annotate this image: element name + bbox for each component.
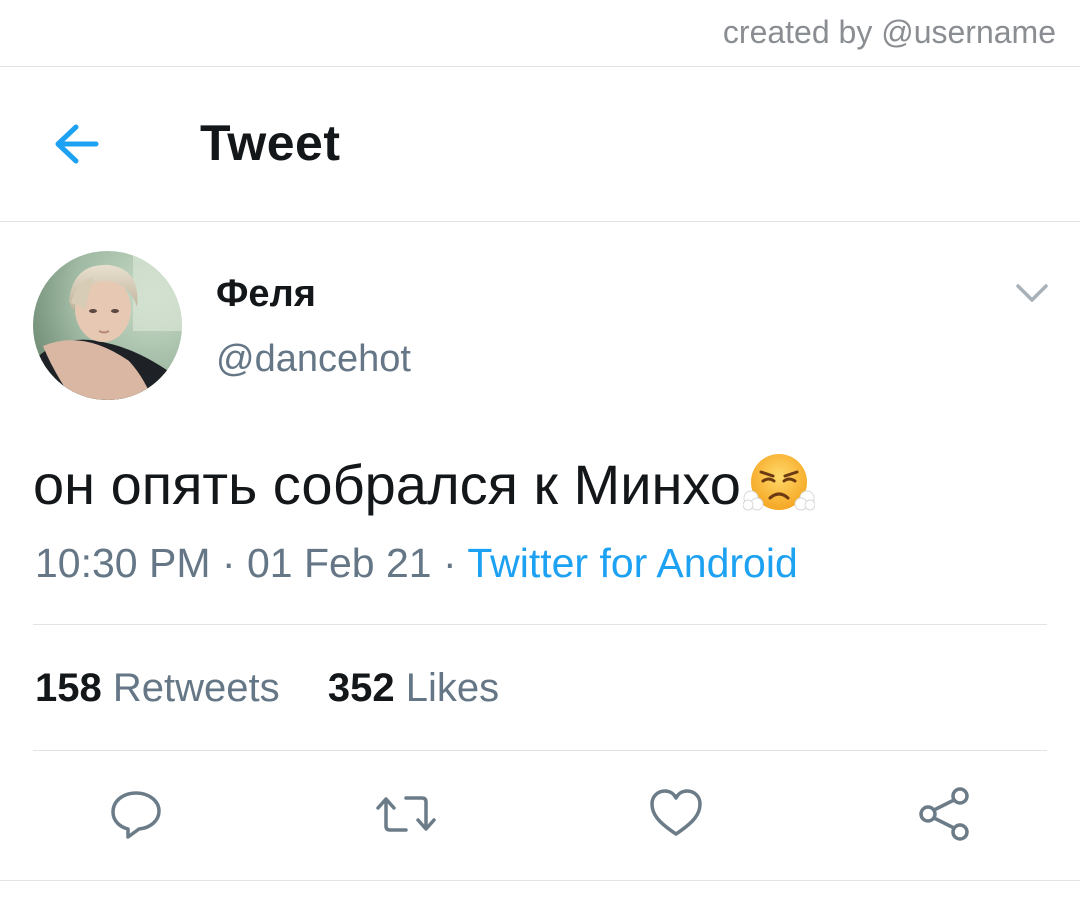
likes-count: 352 bbox=[327, 666, 395, 710]
meta-separator: · bbox=[221, 540, 236, 586]
retweets-count: 158 bbox=[35, 666, 102, 710]
tweet-meta: 10:30 PM · 01 Feb 21 · Twitter for Andro… bbox=[35, 540, 798, 587]
face-with-steam-from-nose-icon bbox=[742, 454, 815, 511]
share-icon bbox=[919, 787, 969, 841]
back-arrow-icon bbox=[55, 124, 99, 164]
tweet-time: 10:30 PM bbox=[35, 540, 211, 586]
divider bbox=[33, 624, 1047, 625]
app-header: Tweet bbox=[0, 68, 1080, 221]
likes-stat[interactable]: 352 Likes bbox=[328, 666, 499, 711]
tweet-text: он опять собрался к Минхо bbox=[33, 448, 815, 520]
more-options-button[interactable] bbox=[1012, 278, 1052, 308]
divider bbox=[0, 66, 1080, 67]
tweet-body: он опять собрался к Минхо bbox=[33, 452, 741, 516]
tweet-stats: 158 Retweets 352 Likes bbox=[35, 666, 499, 711]
retweet-icon bbox=[376, 796, 436, 832]
reply-icon bbox=[111, 791, 161, 839]
avatar-image bbox=[33, 251, 182, 400]
display-name[interactable]: Феля bbox=[216, 273, 316, 316]
tweet-date: 01 Feb 21 bbox=[246, 540, 432, 586]
avatar[interactable] bbox=[33, 251, 182, 400]
reply-button[interactable] bbox=[108, 786, 164, 842]
divider bbox=[0, 221, 1080, 222]
tweet-source-link[interactable]: Twitter for Android bbox=[467, 540, 797, 586]
share-button[interactable] bbox=[916, 786, 972, 842]
divider bbox=[33, 750, 1047, 751]
user-handle[interactable]: @dancehot bbox=[216, 338, 411, 381]
like-button[interactable] bbox=[648, 786, 704, 842]
like-icon bbox=[650, 789, 702, 836]
credit-text: created by @username bbox=[722, 14, 1056, 50]
likes-label: Likes bbox=[405, 666, 500, 710]
divider bbox=[0, 880, 1080, 881]
meta-separator: · bbox=[443, 540, 457, 586]
back-button[interactable] bbox=[48, 118, 106, 170]
retweets-label: Retweets bbox=[112, 666, 280, 710]
retweet-button[interactable] bbox=[376, 786, 436, 842]
page-title: Tweet bbox=[200, 115, 341, 171]
retweets-stat[interactable]: 158 Retweets bbox=[35, 666, 280, 711]
chevron-down-icon bbox=[1016, 284, 1048, 302]
tweet-screen: created by @username Tweet Феля @danceho… bbox=[0, 0, 1080, 898]
